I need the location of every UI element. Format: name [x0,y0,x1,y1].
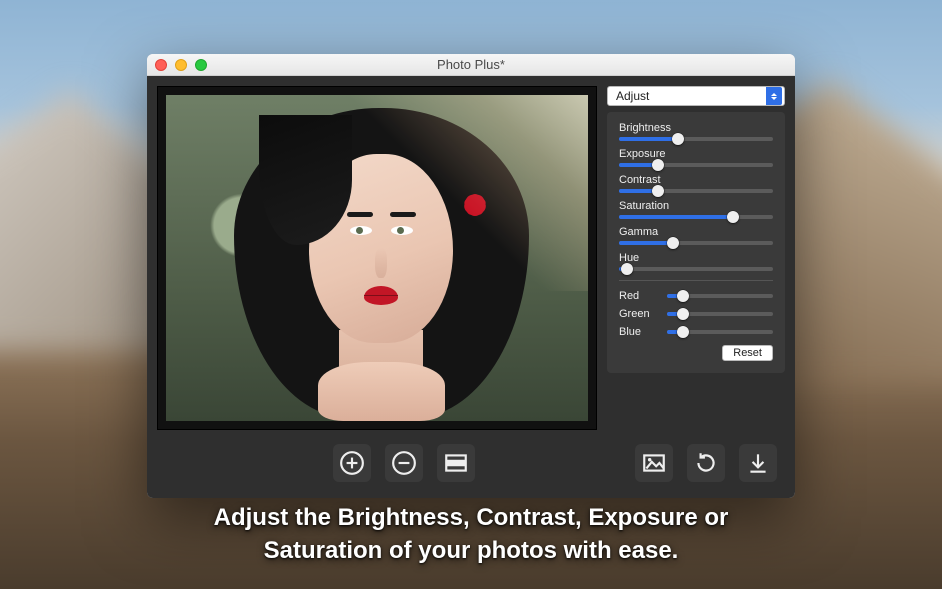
sliders-container: Brightness Exposure Contrast Saturation Gamm… [607,112,785,373]
slider-label: Red [619,290,657,302]
slider-track[interactable] [667,330,773,334]
bottom-toolbar [157,438,785,488]
canvas-container [157,86,597,430]
mode-select[interactable]: Adjust [607,86,785,106]
window-title: Photo Plus* [147,57,795,72]
slider-track[interactable] [619,189,773,193]
slider-thumb[interactable] [652,185,664,197]
slider-gamma: Gamma [619,226,773,245]
slider-thumb[interactable] [677,290,689,302]
fit-screen-icon [443,450,469,476]
slider-track[interactable] [619,267,773,271]
minus-circle-icon [391,450,417,476]
slider-label: Hue [619,252,773,264]
zoom-out-button[interactable] [385,444,423,482]
download-icon [745,450,771,476]
rotate-button[interactable] [687,444,725,482]
reset-button[interactable]: Reset [722,345,773,361]
photo-canvas[interactable] [166,95,588,421]
slider-saturation: Saturation [619,200,773,219]
slider-label: Saturation [619,200,773,212]
slider-thumb[interactable] [677,326,689,338]
slider-track[interactable] [667,294,773,298]
fullscreen-window-button[interactable] [195,59,207,71]
slider-label: Exposure [619,148,773,160]
action-group [635,444,777,482]
compare-button[interactable] [635,444,673,482]
slider-track[interactable] [619,163,773,167]
slider-label: Green [619,308,657,320]
slider-thumb[interactable] [652,159,664,171]
image-icon [641,450,667,476]
slider-thumb[interactable] [621,263,633,275]
slider-track[interactable] [619,137,773,141]
minimize-window-button[interactable] [175,59,187,71]
slider-label: Contrast [619,174,773,186]
slider-red: Red [619,290,773,302]
slider-contrast: Contrast [619,174,773,193]
slider-label: Brightness [619,122,773,134]
zoom-group [333,444,475,482]
divider [619,280,773,281]
promo-caption: Adjust the Brightness, Contrast, Exposur… [0,502,942,567]
title-bar: Photo Plus* [147,54,795,76]
app-window: Photo Plus* [147,54,795,498]
slider-fill [619,137,678,141]
slider-thumb[interactable] [727,211,739,223]
slider-track[interactable] [619,215,773,219]
slider-thumb[interactable] [672,133,684,145]
slider-label: Blue [619,326,657,338]
caption-line-2: Saturation of your photos with ease. [0,535,942,567]
zoom-in-button[interactable] [333,444,371,482]
slider-track[interactable] [667,312,773,316]
chevron-updown-icon [766,87,782,105]
slider-blue: Blue [619,326,773,338]
slider-thumb[interactable] [667,237,679,249]
plus-circle-icon [339,450,365,476]
fit-screen-button[interactable] [437,444,475,482]
slider-thumb[interactable] [677,308,689,320]
slider-track[interactable] [619,241,773,245]
slider-fill [619,215,733,219]
adjustments-panel: Adjust Brightness Exposure Contrast Saturat… [607,86,785,430]
slider-label: Gamma [619,226,773,238]
close-window-button[interactable] [155,59,167,71]
rotate-icon [693,450,719,476]
slider-exposure: Exposure [619,148,773,167]
slider-hue: Hue [619,252,773,271]
slider-green: Green [619,308,773,320]
mode-select-value: Adjust [616,89,649,103]
window-controls [155,59,207,71]
export-button[interactable] [739,444,777,482]
slider-brightness: Brightness [619,122,773,141]
app-content: Adjust Brightness Exposure Contrast Saturat… [147,76,795,498]
caption-line-1: Adjust the Brightness, Contrast, Exposur… [0,502,942,534]
slider-fill [619,241,673,245]
